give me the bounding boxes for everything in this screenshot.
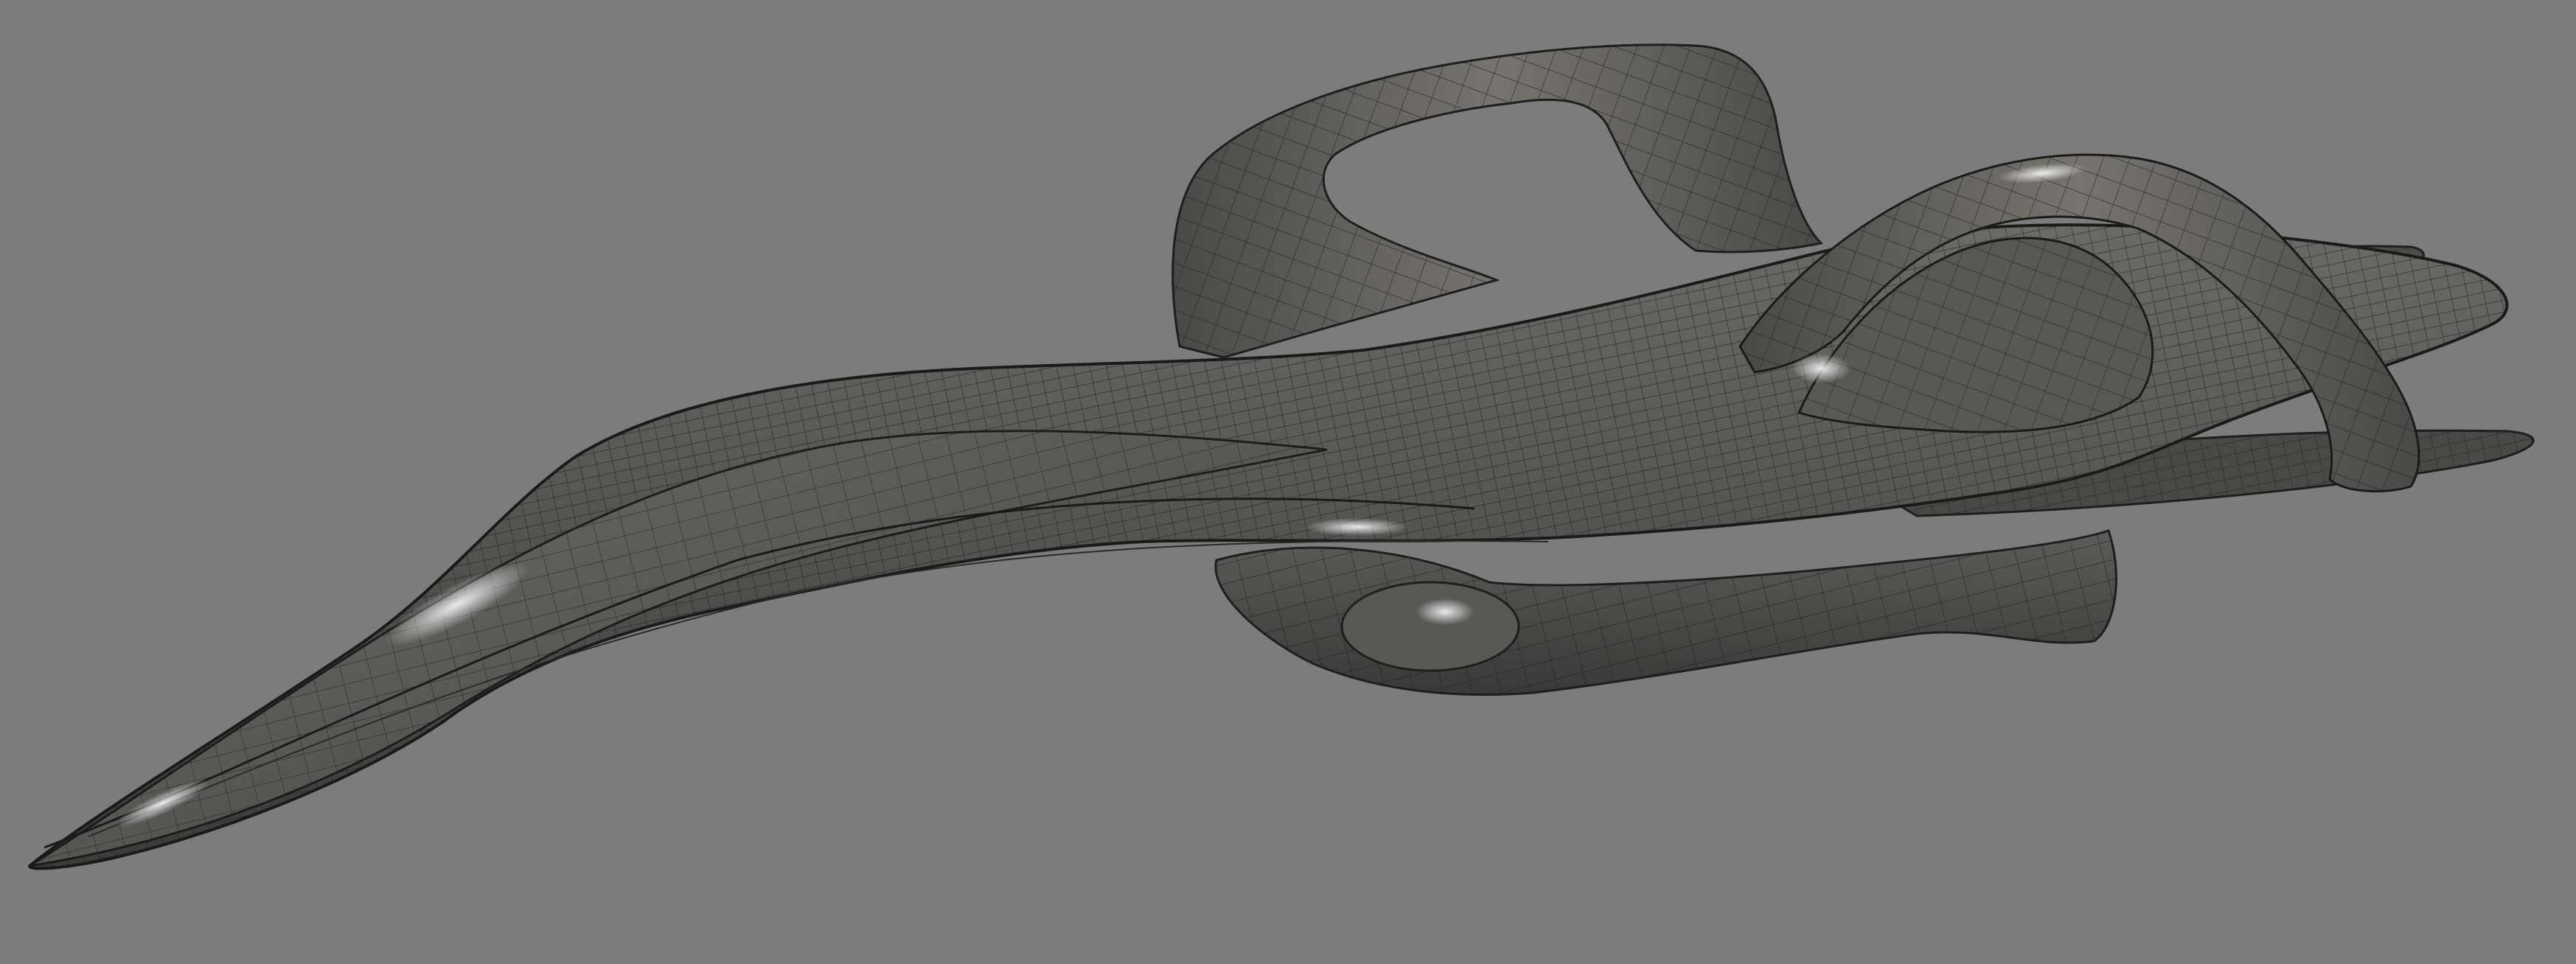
model-canvas[interactable]	[0, 0, 2576, 964]
underside-pod[interactable]	[1214, 529, 2117, 696]
3d-viewport[interactable]	[0, 0, 2576, 964]
